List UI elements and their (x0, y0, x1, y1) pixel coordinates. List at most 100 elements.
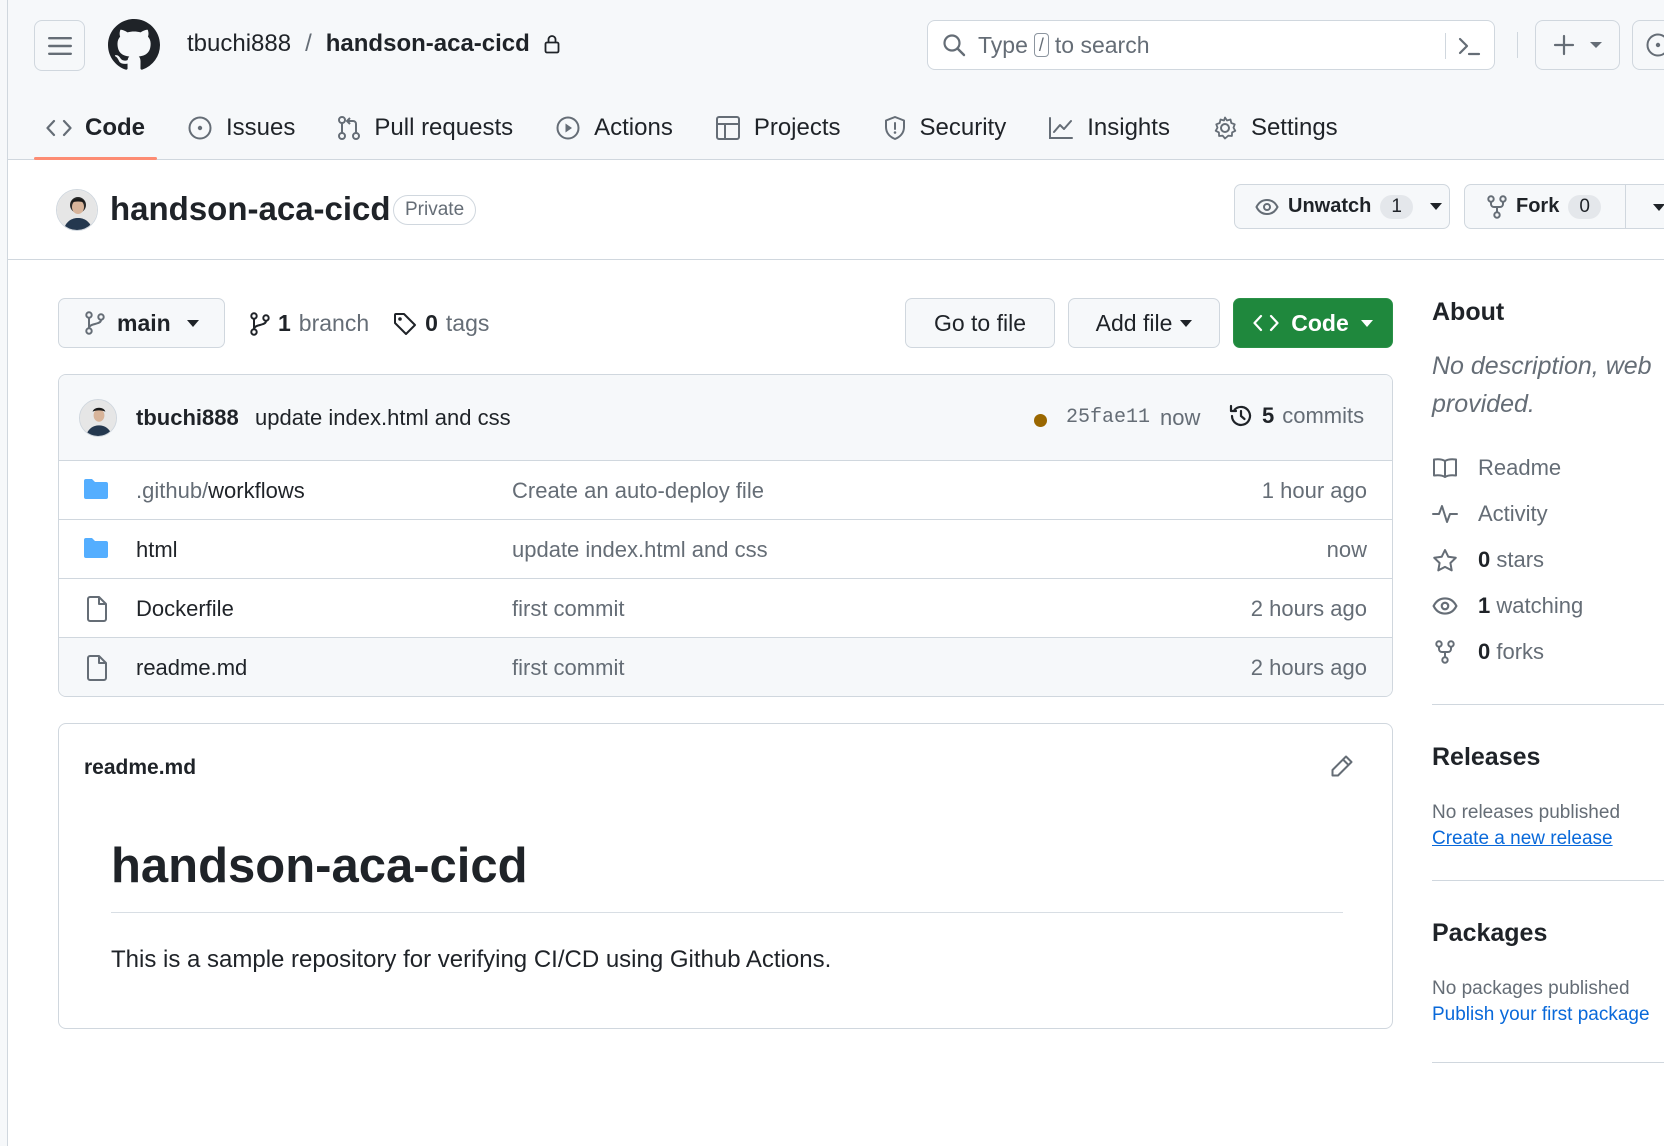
sidebar-divider (1432, 1062, 1664, 1063)
go-to-file-label: Go to file (933, 309, 1027, 336)
add-file-label: Add file (1095, 309, 1173, 336)
link-label: forks (1496, 639, 1545, 664)
unwatch-button[interactable]: Unwatch 1 (1234, 184, 1450, 229)
add-file-button[interactable]: Add file (1068, 298, 1220, 348)
watching-link[interactable]: 1 watching (1432, 583, 1664, 629)
file-commit-time: now (1326, 537, 1367, 562)
menu-button[interactable] (34, 20, 85, 71)
tab-actions[interactable]: Actions (543, 100, 685, 156)
gear-icon (1212, 115, 1238, 141)
about-description-line: No description, web (1432, 352, 1652, 380)
tab-code[interactable]: Code (34, 100, 157, 160)
forks-link[interactable]: 0 forks (1432, 629, 1664, 675)
tab-label: Projects (753, 114, 841, 141)
file-commit-message[interactable]: first commit (512, 596, 624, 622)
search-input[interactable]: Type / to search (927, 20, 1495, 70)
about-description: No description, web provided. (1432, 347, 1664, 423)
shield-icon (883, 115, 907, 141)
stars-link[interactable]: 0 stars (1432, 537, 1664, 583)
commit-message[interactable]: update index.html and css (255, 405, 511, 431)
code-button-label: Code (1291, 309, 1349, 336)
link-label: watching (1496, 593, 1584, 618)
about-sidebar: About No description, web provided. Read… (1432, 298, 1664, 1063)
pencil-icon[interactable] (1330, 754, 1354, 778)
pull-request-icon (337, 115, 361, 141)
tab-projects[interactable]: Projects (703, 100, 853, 156)
activity-link[interactable]: Activity (1432, 491, 1664, 537)
commits-link[interactable]: 5 commits (1228, 403, 1364, 429)
visibility-badge: Private (393, 195, 477, 225)
tags-link[interactable]: 0 tags (393, 310, 489, 337)
table-row[interactable]: readme.md first commit 2 hours ago (59, 638, 1392, 696)
file-commit-time: 2 hours ago (1250, 655, 1367, 680)
tab-insights[interactable]: Insights (1036, 100, 1182, 156)
sidebar-divider (1432, 880, 1664, 881)
tab-pull-requests[interactable]: Pull requests (325, 100, 525, 156)
issue-icon (187, 115, 213, 141)
link-count: 1 (1478, 593, 1491, 618)
repo-title[interactable]: handson-aca-cicd (110, 190, 391, 228)
publish-package-link[interactable]: Publish your first package (1432, 1004, 1650, 1026)
tab-issues[interactable]: Issues (175, 100, 307, 156)
commit-status-dot[interactable] (1034, 414, 1047, 427)
github-logo-icon[interactable] (108, 19, 160, 71)
about-title: About (1432, 298, 1505, 326)
repo-link[interactable]: handson-aca-cicd (326, 30, 530, 58)
commit-count-label: commits (1282, 403, 1365, 428)
file-icon (86, 596, 108, 622)
your-issues-button[interactable] (1632, 20, 1664, 70)
avatar[interactable] (79, 399, 117, 437)
commit-time: now (1160, 405, 1201, 430)
latest-commit-bar: tbuchi888 update index.html and css 25fa… (59, 375, 1392, 461)
releases-title[interactable]: Releases (1432, 743, 1664, 772)
tab-settings[interactable]: Settings (1200, 100, 1350, 156)
commit-sha[interactable]: 25fae11 (1066, 406, 1150, 429)
link-label: stars (1496, 547, 1545, 572)
unwatch-label: Unwatch (1288, 195, 1372, 217)
repo-title-bar: handson-aca-cicd Private Unwatch 1 Fork … (8, 160, 1664, 260)
tab-security[interactable]: Security (871, 100, 1019, 156)
readme-body: This is a sample repository for verifyin… (111, 946, 832, 973)
history-icon (1228, 403, 1254, 429)
file-name[interactable]: Dockerfile (136, 596, 234, 622)
file-name[interactable]: readme.md (136, 655, 247, 681)
packages-title[interactable]: Packages (1432, 919, 1664, 948)
readme-panel: readme.md handson-aca-cicd This is a sam… (58, 723, 1393, 1029)
owner-link[interactable]: tbuchi888 (187, 30, 291, 58)
branch-count: 1 (278, 310, 291, 336)
readme-filename[interactable]: readme.md (84, 756, 196, 780)
tag-label: tags (445, 310, 490, 336)
avatar[interactable] (56, 189, 98, 231)
readme-link[interactable]: Readme (1432, 445, 1664, 491)
fork-button[interactable]: Fork 0 (1464, 184, 1664, 229)
triangle-down-icon (1360, 319, 1373, 327)
command-palette-icon[interactable] (1456, 33, 1482, 59)
tab-label: Pull requests (374, 114, 514, 141)
file-name[interactable]: html (136, 537, 178, 563)
branches-link[interactable]: 1 branch (250, 310, 369, 337)
create-new-button[interactable] (1535, 20, 1620, 70)
triangle-down-icon[interactable] (1653, 204, 1664, 211)
table-row[interactable]: .github/workflows Create an auto-deploy … (59, 461, 1392, 520)
go-to-file-button[interactable]: Go to file (905, 298, 1055, 348)
lock-icon (544, 34, 560, 54)
file-commit-message[interactable]: update index.html and css (512, 537, 768, 563)
play-icon (555, 115, 581, 141)
code-button[interactable]: Code (1233, 298, 1393, 348)
file-commit-message[interactable]: Create an auto-deploy file (512, 478, 764, 504)
code-icon (46, 118, 72, 138)
table-row[interactable]: html update index.html and css now (59, 520, 1392, 579)
issue-opened-icon (1645, 32, 1664, 58)
commit-author[interactable]: tbuchi888 (136, 405, 239, 431)
eye-icon (1432, 596, 1458, 616)
hamburger-icon (47, 36, 72, 56)
header-divider (1517, 32, 1518, 58)
branch-select-button[interactable]: main (58, 298, 225, 348)
file-commit-message[interactable]: first commit (512, 655, 624, 681)
file-name-prefix: .github/ (136, 478, 209, 503)
branch-tag-meta: 1 branch 0 tags (250, 310, 489, 337)
table-row[interactable]: Dockerfile first commit 2 hours ago (59, 579, 1392, 638)
create-release-link[interactable]: Create a new release (1432, 828, 1613, 850)
tab-label: Code (85, 114, 145, 141)
file-name[interactable]: .github/workflows (136, 478, 305, 504)
